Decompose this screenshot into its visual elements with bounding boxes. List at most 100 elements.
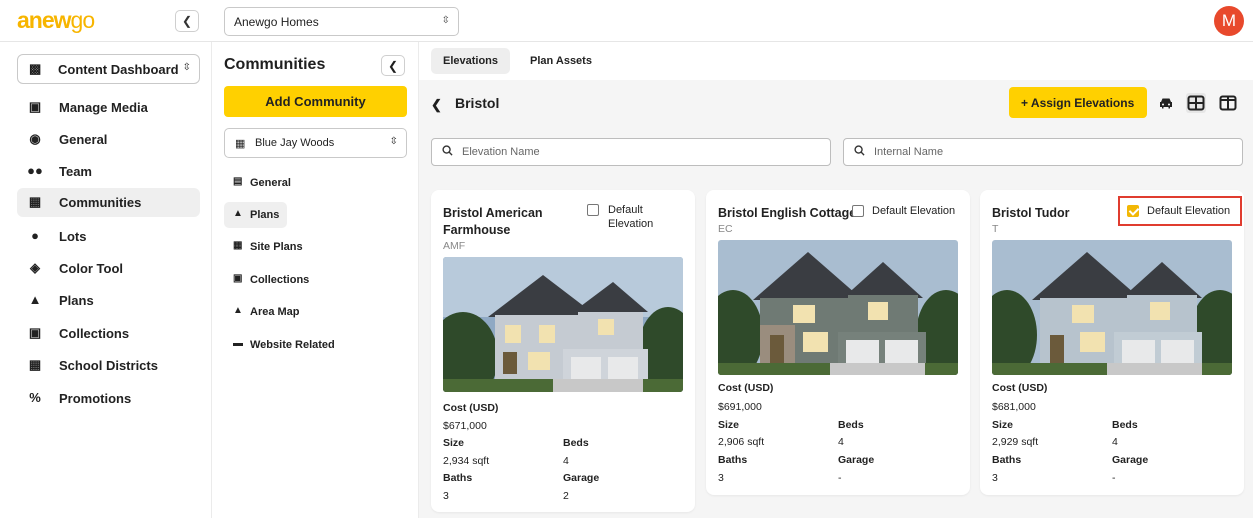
garage-label: Garage (1112, 454, 1149, 466)
garage-label: Garage (563, 472, 600, 484)
elevation-card[interactable]: Bristol Tudor T Default Elevation Cost (… (980, 190, 1244, 495)
map-icon: ▦ (233, 240, 243, 251)
collapse-sidebar-button[interactable]: ❮ (175, 10, 199, 32)
search-icon (854, 145, 865, 156)
main-content: Elevations Plan Assets ❮ Bristol + Assig… (419, 42, 1253, 518)
chevron-left-icon: ❮ (181, 14, 193, 28)
internal-name-search[interactable]: Internal Name (843, 138, 1243, 166)
sidebar-item-team[interactable]: ●● Team (17, 157, 200, 186)
sidebar-item-label: Plans (59, 293, 94, 308)
chevron-up-down-icon: ⇳ (441, 15, 450, 26)
default-elevation-label: Default Elevation (608, 204, 654, 230)
user-avatar[interactable]: M (1214, 6, 1244, 36)
beds-value: 4 (1112, 436, 1118, 448)
elevation-name: Bristol Tudor (992, 206, 1070, 220)
sidebar-item-label: Promotions (59, 391, 132, 406)
community-menu-collections[interactable]: ▣ Collections (224, 267, 317, 293)
elevation-image (443, 257, 683, 392)
baths-label: Baths (443, 472, 473, 484)
baths-label: Baths (718, 454, 748, 466)
anewgo-logo[interactable]: anewgo (17, 7, 96, 34)
elevation-code: AMF (443, 240, 466, 252)
paint-bucket-icon: ◈ (30, 260, 40, 275)
cost-value: $691,000 (718, 401, 762, 413)
beds-label: Beds (563, 437, 589, 449)
columns-view-icon[interactable] (1218, 93, 1238, 113)
globe-icon: ◉ (29, 131, 41, 146)
car-icon[interactable] (1156, 93, 1176, 113)
elevation-card[interactable]: Bristol American Farmhouse AMF Default E… (431, 190, 695, 512)
search-icon (442, 145, 453, 156)
sidebar-item-plans[interactable]: ▲ Plans (17, 286, 200, 315)
media-icon: ▣ (28, 99, 42, 114)
sidebar-item-label: General (59, 132, 108, 147)
community-menu-label: Area Map (250, 306, 300, 318)
cost-value: $681,000 (992, 401, 1036, 413)
tab-elevations[interactable]: Elevations (431, 48, 511, 74)
beds-value: 4 (563, 455, 569, 467)
cost-value: $671,000 (443, 420, 487, 432)
sidebar-item-lots[interactable]: ● Lots (17, 222, 200, 251)
grid-view-icon[interactable] (1186, 93, 1206, 113)
beds-label: Beds (838, 419, 864, 431)
community-menu-website-related[interactable]: ▬ Website Related (224, 332, 343, 358)
school-icon: ▦ (28, 357, 42, 372)
garage-value: - (838, 472, 842, 484)
garage-value: - (1112, 472, 1116, 484)
logo-text: anew (17, 7, 72, 33)
home-icon: ▲ (28, 292, 42, 307)
size-value: 2,906 sqft (718, 436, 765, 448)
logo-text-go: go (70, 7, 96, 33)
tab-plan-assets[interactable]: Plan Assets (518, 48, 604, 74)
sidebar-item-promotions[interactable]: % Promotions (17, 384, 200, 413)
map-pin-icon: ● (31, 228, 39, 243)
sidebar-item-label: Collections (59, 326, 130, 341)
chevron-left-icon: ❮ (387, 58, 399, 73)
baths-label: Baths (992, 454, 1022, 466)
area-map-icon: ▲ (233, 305, 243, 316)
home-icon: ▲ (233, 208, 243, 219)
sidebar-item-label: Team (59, 164, 92, 179)
sidebar-item-color-tool[interactable]: ◈ Color Tool (17, 254, 200, 283)
communities-panel: Communities ❮ Add Community ▦ Blue Jay W… (212, 42, 419, 518)
collapse-panel-button[interactable]: ❮ (381, 55, 405, 76)
sidebar-item-label: School Districts (59, 358, 158, 373)
community-menu-area-map[interactable]: ▲ Area Map (224, 299, 308, 325)
default-elevation-checkbox[interactable] (852, 205, 864, 217)
community-select[interactable]: ▦ Blue Jay Woods ⇳ (224, 128, 407, 158)
sidebar-item-general[interactable]: ◉ General (17, 125, 200, 154)
sidebar: ▩ Content Dashboard ⇳ ▣ Manage Media ◉ Gen… (0, 42, 212, 518)
sidebar-item-communities[interactable]: ▦ Communities (17, 188, 200, 217)
size-value: 2,929 sqft (992, 436, 1039, 448)
tab-bar: Elevations Plan Assets (419, 42, 1253, 80)
browser-icon: ▬ (233, 338, 243, 349)
list-icon: ▤ (233, 176, 243, 187)
elevation-card[interactable]: Bristol English Cottage EC Default Eleva… (706, 190, 970, 495)
community-menu-label: General (250, 177, 291, 189)
dashboard-select[interactable]: ▩ Content Dashboard ⇳ (17, 54, 200, 84)
back-chevron-icon[interactable]: ❮ (431, 97, 442, 113)
elevation-name-search[interactable]: Elevation Name (431, 138, 831, 166)
team-icon: ●● (27, 163, 43, 178)
community-menu-plans[interactable]: ▲ Plans (224, 202, 288, 228)
sidebar-item-collections[interactable]: ▣ Collections (17, 319, 200, 348)
community-menu-label: Website Related (250, 339, 335, 351)
default-elevation-checkbox[interactable] (587, 204, 599, 216)
sidebar-item-school-districts[interactable]: ▦ School Districts (17, 351, 200, 380)
search-placeholder: Elevation Name (462, 146, 540, 158)
elevation-name: Bristol English Cottage (718, 206, 857, 220)
highlight-annotation-box (1118, 196, 1242, 226)
sidebar-item-label: Color Tool (59, 261, 124, 276)
size-value: 2,934 sqft (443, 455, 490, 467)
beds-label: Beds (1112, 419, 1138, 431)
sidebar-item-label: Lots (59, 229, 87, 244)
community-menu-general[interactable]: ▤ General (224, 170, 299, 196)
sidebar-item-manage-media[interactable]: ▣ Manage Media (17, 93, 200, 122)
organization-select[interactable]: Anewgo Homes ⇳ (224, 7, 459, 36)
add-community-button[interactable]: Add Community (224, 86, 407, 117)
assign-elevations-button[interactable]: + Assign Elevations (1009, 87, 1147, 118)
baths-value: 3 (443, 490, 449, 502)
community-menu-site-plans[interactable]: ▦ Site Plans (224, 234, 311, 260)
elevation-name: Bristol American Farmhouse (443, 206, 543, 237)
sidebar-item-label: Communities (59, 195, 142, 210)
